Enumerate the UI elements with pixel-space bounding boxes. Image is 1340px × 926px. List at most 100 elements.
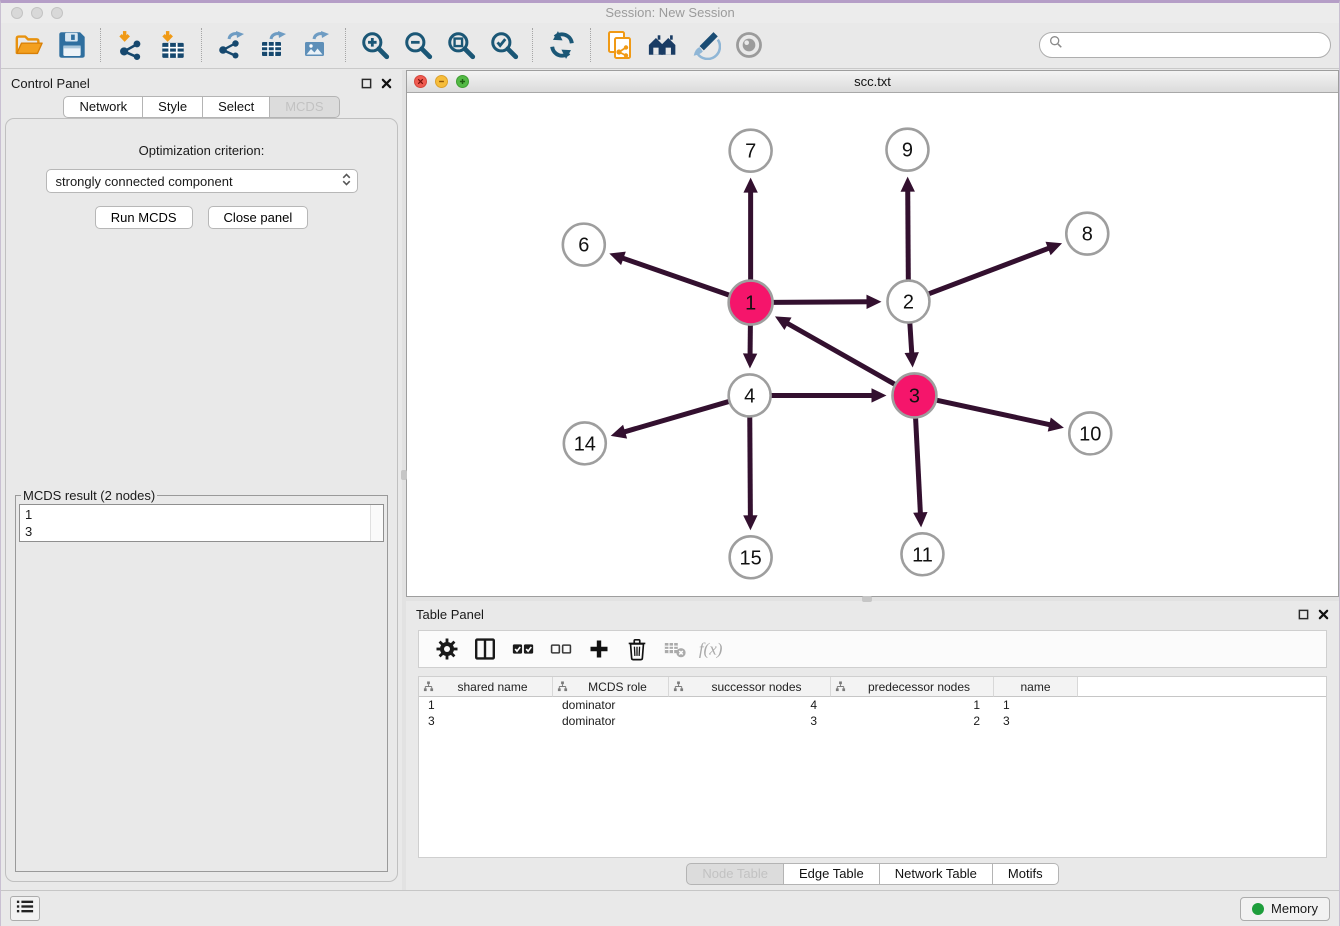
close-panel-icon[interactable] [1318, 609, 1329, 620]
graph-node-label: 14 [574, 433, 596, 455]
graph-edge[interactable] [771, 388, 887, 402]
table-panel: Table Panel f(x) shared nameMCDS rolesuc… [406, 601, 1339, 890]
table-row[interactable]: 1dominator411 [419, 697, 1326, 713]
search-box[interactable] [1039, 32, 1331, 58]
unselect-all-icon[interactable] [542, 634, 580, 664]
table-tab-network-table[interactable]: Network Table [880, 863, 993, 885]
tab-mcds[interactable]: MCDS [270, 96, 339, 118]
graph-edge[interactable] [611, 401, 730, 438]
minimize-window-button[interactable] [31, 7, 43, 19]
export-image-icon[interactable] [295, 27, 338, 63]
graph-node[interactable]: 1 [729, 281, 773, 325]
select-all-icon[interactable] [504, 634, 542, 664]
task-history-button[interactable] [10, 896, 40, 921]
graph-node-label: 7 [745, 141, 756, 163]
add-column-icon[interactable] [580, 634, 618, 664]
graph-edge[interactable] [905, 322, 919, 367]
gear-icon[interactable] [428, 634, 466, 664]
table-row[interactable]: 3dominator323 [419, 713, 1326, 729]
graphics-details-icon[interactable] [684, 27, 727, 63]
network-minimize-button[interactable] [435, 75, 448, 88]
toolbar-separator [100, 28, 101, 62]
zoom-out-icon[interactable] [396, 27, 439, 63]
table-tab-edge-table[interactable]: Edge Table [784, 863, 880, 885]
graph-node[interactable]: 14 [564, 422, 606, 464]
splitter-grip[interactable] [862, 596, 872, 602]
window-title: Session: New Session [1, 3, 1339, 23]
eye-icon[interactable] [727, 27, 770, 63]
column-header-mcds-role[interactable]: MCDS role [553, 677, 669, 697]
graph-edge[interactable] [743, 178, 757, 281]
graph-edge[interactable] [901, 177, 915, 281]
vertical-splitter[interactable] [402, 70, 406, 890]
zoom-in-icon[interactable] [353, 27, 396, 63]
column-header-name[interactable]: name [994, 677, 1078, 697]
graph-edge[interactable] [773, 295, 882, 309]
horizontal-splitter[interactable] [406, 597, 1339, 601]
import-table-icon[interactable] [151, 27, 194, 63]
graph-node-label: 10 [1079, 423, 1101, 445]
float-panel-icon[interactable] [1298, 609, 1309, 620]
import-network-icon[interactable] [108, 27, 151, 63]
search-input[interactable] [1068, 37, 1321, 52]
graph-node-label: 2 [903, 292, 914, 314]
delete-column-icon[interactable] [618, 634, 656, 664]
graph-node[interactable]: 15 [730, 536, 772, 578]
graph-node[interactable]: 11 [901, 533, 943, 575]
tab-style[interactable]: Style [143, 96, 203, 118]
zoom-selected-icon[interactable] [482, 27, 525, 63]
graph-node[interactable]: 10 [1069, 412, 1111, 454]
duplicate-network-icon[interactable] [598, 27, 641, 63]
columns-icon[interactable] [466, 634, 504, 664]
mcds-result-line: 3 [25, 523, 378, 540]
graph-node[interactable]: 4 [729, 374, 771, 416]
graph-edge[interactable] [743, 416, 757, 530]
export-table-icon[interactable] [252, 27, 295, 63]
tab-network[interactable]: Network [63, 96, 143, 118]
result-scrollbar[interactable] [370, 505, 383, 541]
graph-edge[interactable] [936, 400, 1064, 431]
tab-select[interactable]: Select [203, 96, 270, 118]
graph-edge[interactable] [743, 325, 757, 369]
network-close-button[interactable] [414, 75, 427, 88]
graph-node-label: 4 [744, 385, 755, 407]
export-network-icon[interactable] [209, 27, 252, 63]
close-window-button[interactable] [11, 7, 23, 19]
network-maximize-button[interactable] [456, 75, 469, 88]
app-window: Session: New Session Control Panel Netwo… [0, 0, 1340, 926]
graph-node[interactable]: 2 [887, 281, 929, 323]
graph-node[interactable]: 7 [730, 130, 772, 172]
zoom-window-button[interactable] [51, 7, 63, 19]
criterion-dropdown[interactable]: strongly connected component [46, 169, 358, 193]
graph-node[interactable]: 6 [563, 224, 605, 266]
run-mcds-button[interactable]: Run MCDS [95, 206, 193, 229]
function-icon[interactable]: f(x) [694, 634, 732, 664]
table-tab-motifs[interactable]: Motifs [993, 863, 1059, 885]
table-cell: 3 [994, 714, 1078, 728]
table-tab-node-table[interactable]: Node Table [686, 863, 784, 885]
save-session-icon[interactable] [50, 27, 93, 63]
zoom-fit-icon[interactable] [439, 27, 482, 63]
graph-node[interactable]: 3 [892, 373, 936, 417]
graph-edge[interactable] [928, 242, 1062, 294]
refresh-icon[interactable] [540, 27, 583, 63]
graph-node[interactable]: 8 [1066, 213, 1108, 255]
open-file-icon[interactable] [7, 27, 50, 63]
close-panel-button[interactable]: Close panel [208, 206, 309, 229]
graph-node[interactable]: 9 [886, 129, 928, 171]
mcds-result-box[interactable]: 13 [19, 504, 384, 542]
network-canvas[interactable]: 7 9 6 8 1 2 4 3 14 10 15 11 [407, 93, 1338, 596]
graph-edge[interactable] [775, 316, 895, 384]
graph-node-label: 11 [912, 544, 933, 566]
float-panel-icon[interactable] [361, 78, 372, 89]
close-panel-icon[interactable] [381, 78, 392, 89]
home-icon[interactable] [641, 27, 684, 63]
column-tree-icon [423, 681, 434, 692]
column-header-shared-name[interactable]: shared name [419, 677, 553, 697]
graph-edge[interactable] [913, 417, 927, 527]
column-header-successor-nodes[interactable]: successor nodes [669, 677, 831, 697]
memory-button[interactable]: Memory [1240, 897, 1330, 921]
graph-edge[interactable] [609, 252, 730, 296]
delete-table-icon[interactable] [656, 634, 694, 664]
column-header-predecessor-nodes[interactable]: predecessor nodes [831, 677, 994, 697]
